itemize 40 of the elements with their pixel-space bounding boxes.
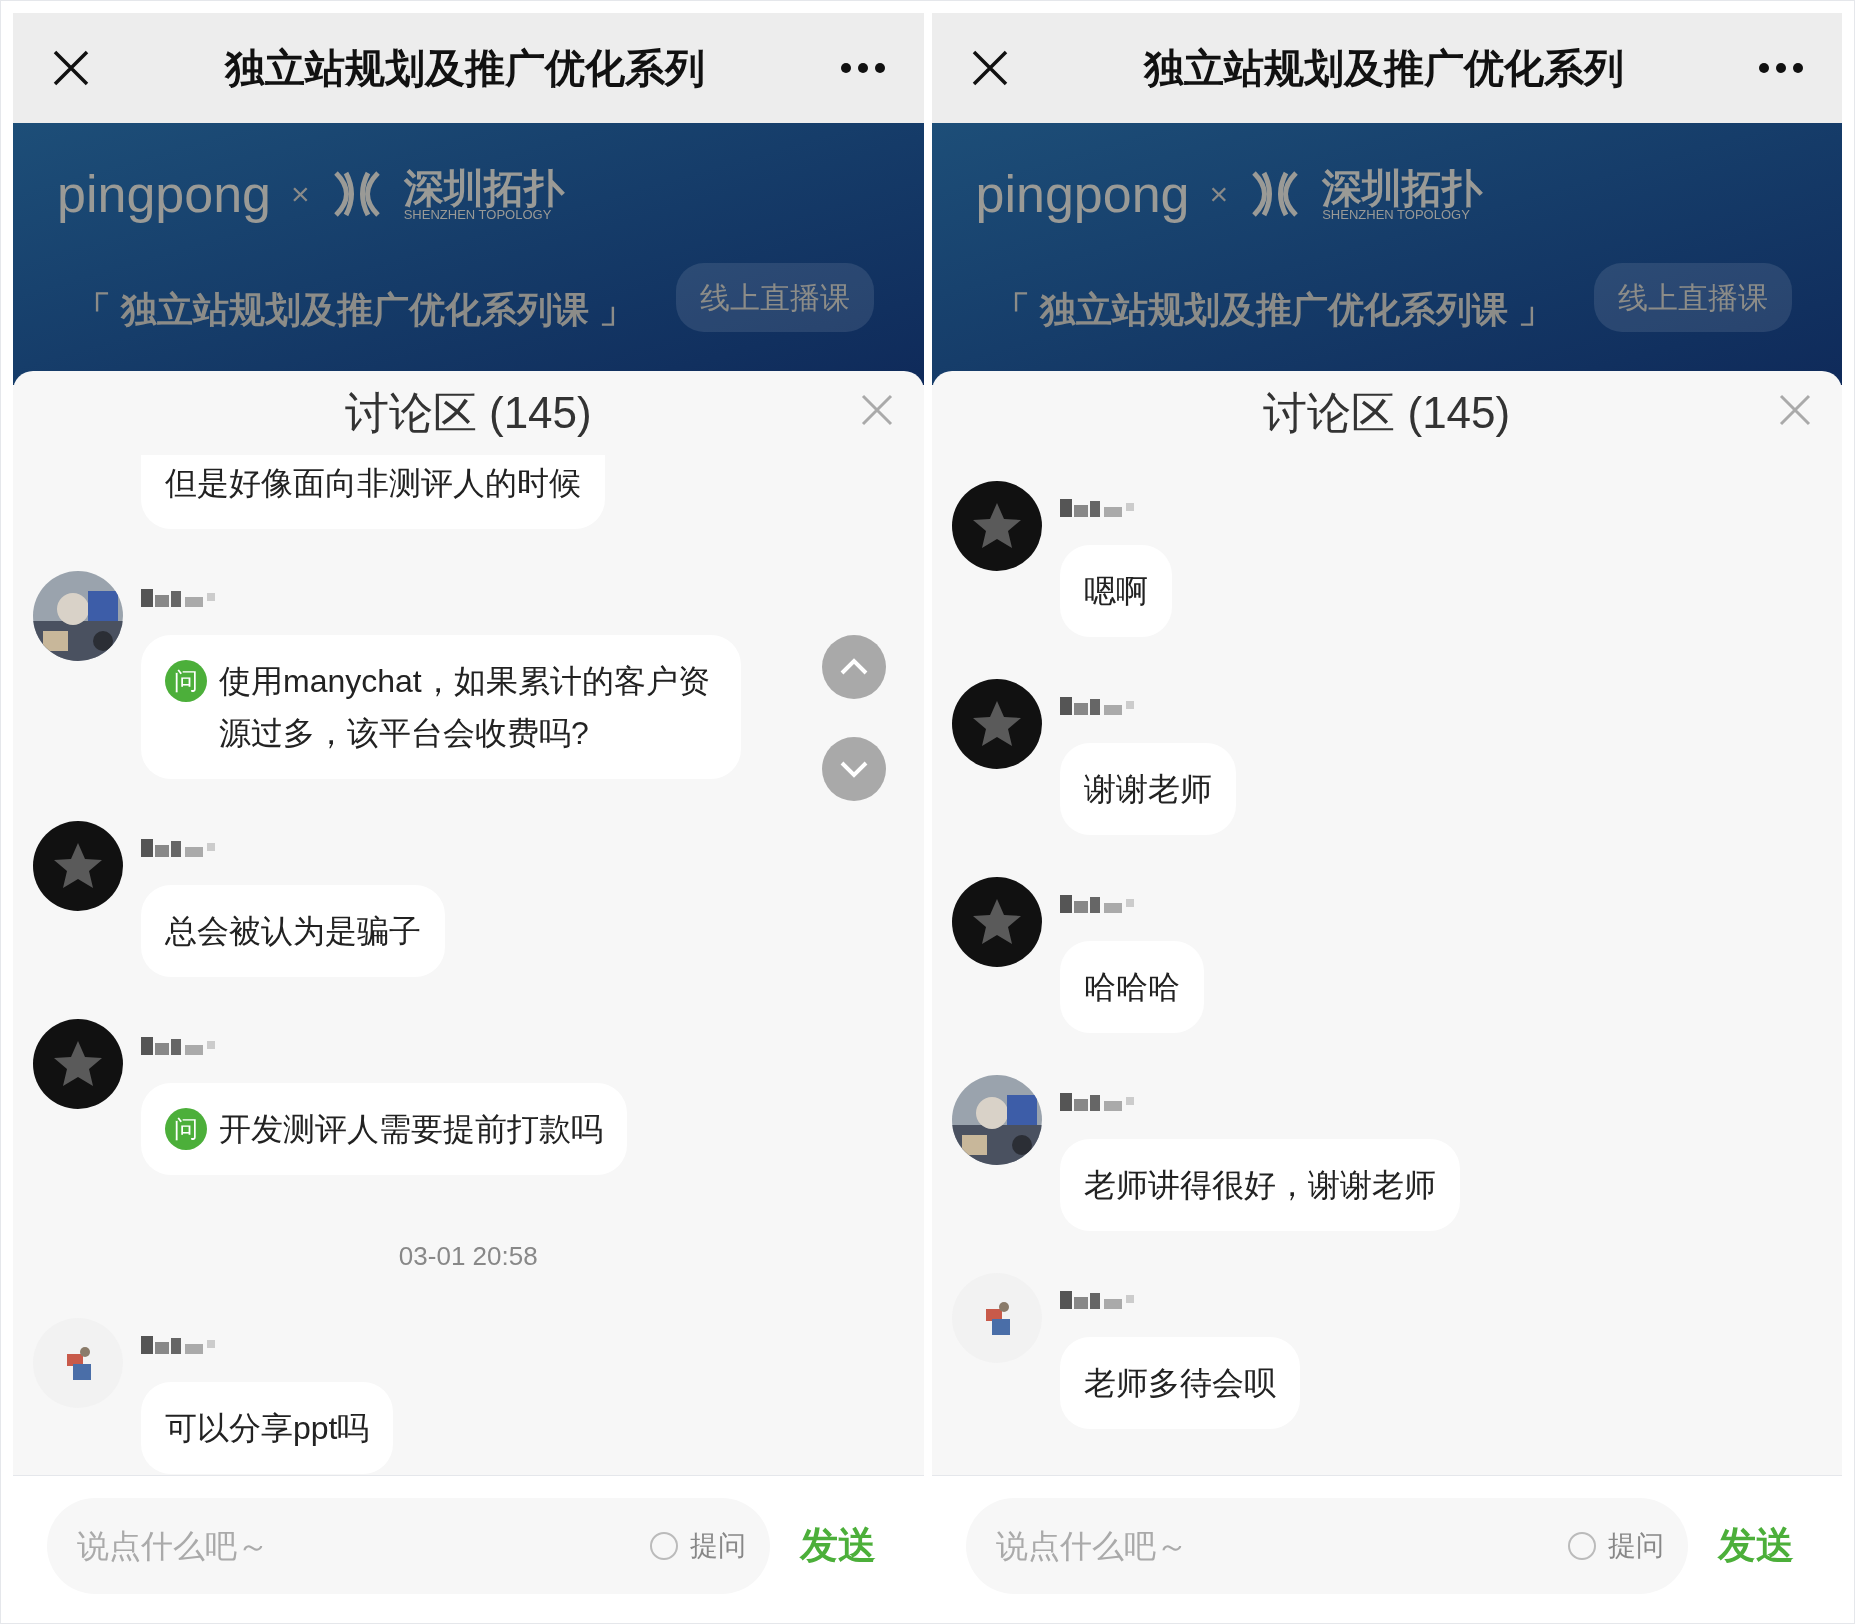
message-text: 开发测评人需要提前打款吗: [219, 1110, 603, 1149]
course-title: 「 独立站规划及推广优化系列课 」: [993, 288, 1554, 332]
chevron-down-icon: [838, 759, 869, 779]
chevron-up-icon: [838, 657, 869, 677]
message-text: 嗯啊: [1083, 572, 1148, 611]
avatar[interactable]: [951, 877, 1042, 967]
live-badge: 线上直播课: [675, 263, 874, 332]
message-text: 可以分享ppt吗: [165, 1409, 370, 1448]
send-button[interactable]: 发送: [1718, 1517, 1808, 1574]
ask-checkbox[interactable]: 提问: [649, 1524, 746, 1567]
message-text: 老师多待会呗: [1083, 1364, 1276, 1403]
live-badge: 线上直播课: [1594, 263, 1792, 332]
partner-subtitle: SHENZHEN TOPOLOGY: [403, 207, 552, 221]
discussion-title: 讨论区 (145): [1263, 387, 1511, 439]
times-sign: ×: [1209, 175, 1229, 214]
partner-name: 深圳拓扑: [403, 167, 564, 208]
times-sign: ×: [291, 175, 310, 214]
message-text: 老师讲得很好，谢谢老师: [1083, 1166, 1436, 1205]
avatar[interactable]: [951, 679, 1042, 769]
message-text: 哈哈哈: [1083, 968, 1180, 1007]
discussion-title: 讨论区 (145): [344, 387, 592, 439]
avatar[interactable]: [951, 481, 1042, 571]
page-title: 独立站规划及推广优化系列: [1142, 45, 1625, 92]
message-input[interactable]: 说点什么吧～ 提问: [965, 1497, 1688, 1594]
avatar[interactable]: [33, 1019, 123, 1109]
avatar[interactable]: [33, 821, 123, 911]
question-badge: 问: [165, 660, 207, 702]
partner-name: 深圳拓扑: [1322, 167, 1483, 208]
timestamp: 03-01 20:58: [397, 1240, 539, 1273]
message-text: 使用manychat，如果累计的客户资源过多，该平台会收费吗?: [219, 662, 711, 753]
question-badge: 问: [165, 1108, 207, 1150]
page-title: 独立站规划及推广优化系列: [223, 45, 707, 92]
message-input[interactable]: 说点什么吧～ 提问: [47, 1497, 770, 1594]
message-text: 但是好像面向非测评人的时候: [165, 464, 581, 503]
partner-subtitle: SHENZHEN TOPOLOGY: [1322, 207, 1470, 221]
message-text: 谢谢老师: [1083, 770, 1212, 809]
course-title: 「 独立站规划及推广优化系列课 」: [75, 288, 635, 332]
send-button[interactable]: 发送: [799, 1517, 890, 1574]
ask-checkbox[interactable]: 提问: [1568, 1524, 1664, 1567]
message-text: 总会被认为是骗子: [165, 912, 421, 951]
